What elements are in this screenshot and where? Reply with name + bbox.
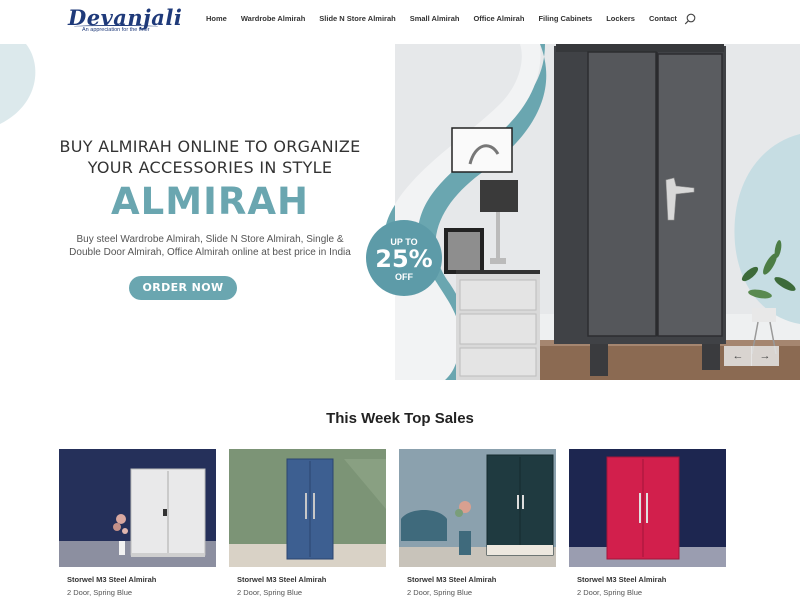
discount-badge: UP TO 25% OFF xyxy=(366,220,442,296)
search-icon[interactable] xyxy=(684,13,696,25)
hero-desc-line1: Buy steel Wardrobe Almirah, Slide N Stor… xyxy=(76,234,344,245)
product-image xyxy=(59,449,216,567)
hero-description: Buy steel Wardrobe Almirah, Slide N Stor… xyxy=(50,233,370,259)
order-now-button[interactable]: ORDER NOW xyxy=(129,276,237,300)
top-sales-heading: This Week Top Sales xyxy=(326,410,474,427)
product-name: Storwel M3 Steel Almirah xyxy=(407,575,497,584)
product-name: Storwel M3 Steel Almirah xyxy=(67,575,157,584)
product-desc: 2 Door, Spring Blue xyxy=(577,588,643,597)
nav-item-small-almirah[interactable]: Small Almirah xyxy=(410,14,460,23)
product-image xyxy=(399,449,556,567)
badge-value: 25% xyxy=(375,245,433,273)
slider-next-arrow-icon[interactable]: → xyxy=(751,346,779,366)
brand-tagline: An appreciation for the finer xyxy=(82,27,150,33)
product-desc: 2 Door, Spring Blue xyxy=(237,588,303,597)
product-card[interactable]: Storwel M3 Steel Almirah 2 Door, Spring … xyxy=(569,449,726,600)
hero-heading: BUY ALMIRAH ONLINE TO ORGANIZE YOUR ACCE… xyxy=(40,136,380,178)
product-image xyxy=(229,449,386,567)
hero-heading-line1: BUY ALMIRAH ONLINE TO ORGANIZE xyxy=(59,137,361,156)
nav-item-lockers[interactable]: Lockers xyxy=(606,14,635,23)
hero-banner: BUY ALMIRAH ONLINE TO ORGANIZE YOUR ACCE… xyxy=(0,44,800,380)
hero-big-word: ALMIRAH xyxy=(111,180,309,223)
slider-prev-arrow-icon[interactable]: ← xyxy=(724,346,752,366)
product-card[interactable]: Storwel M3 Steel Almirah 2 Door, Spring … xyxy=(59,449,216,600)
nav-item-home[interactable]: Home xyxy=(206,14,227,23)
hero-desc-line2: Double Door Almirah, Office Almirah onli… xyxy=(69,247,351,258)
product-name: Storwel M3 Steel Almirah xyxy=(577,575,667,584)
hero-heading-line2: YOUR ACCESSORIES IN STYLE xyxy=(87,158,333,177)
page: Devanjali An appreciation for the finer … xyxy=(0,0,800,600)
main-nav: Home Wardrobe Almirah Slide N Store Almi… xyxy=(206,14,691,23)
product-name: Storwel M3 Steel Almirah xyxy=(237,575,327,584)
badge-suffix: OFF xyxy=(395,272,413,282)
nav-item-office-almirah[interactable]: Office Almirah xyxy=(473,14,524,23)
nav-item-wardrobe-almirah[interactable]: Wardrobe Almirah xyxy=(241,14,305,23)
product-card[interactable]: Storwel M3 Steel Almirah 2 Door, Spring … xyxy=(229,449,386,600)
product-card[interactable]: Storwel M3 Steel Almirah 2 Door, Spring … xyxy=(399,449,556,600)
nav-item-slide-n-store-almirah[interactable]: Slide N Store Almirah xyxy=(319,14,395,23)
product-desc: 2 Door, Spring Blue xyxy=(407,588,473,597)
brand-logo[interactable]: Devanjali An appreciation for the finer xyxy=(68,5,182,35)
nav-item-filing-cabinets[interactable]: Filing Cabinets xyxy=(538,14,592,23)
product-image xyxy=(569,449,726,567)
product-desc: 2 Door, Spring Blue xyxy=(67,588,133,597)
nav-item-contact[interactable]: Contact xyxy=(649,14,677,23)
site-header: Devanjali An appreciation for the finer … xyxy=(0,0,800,44)
